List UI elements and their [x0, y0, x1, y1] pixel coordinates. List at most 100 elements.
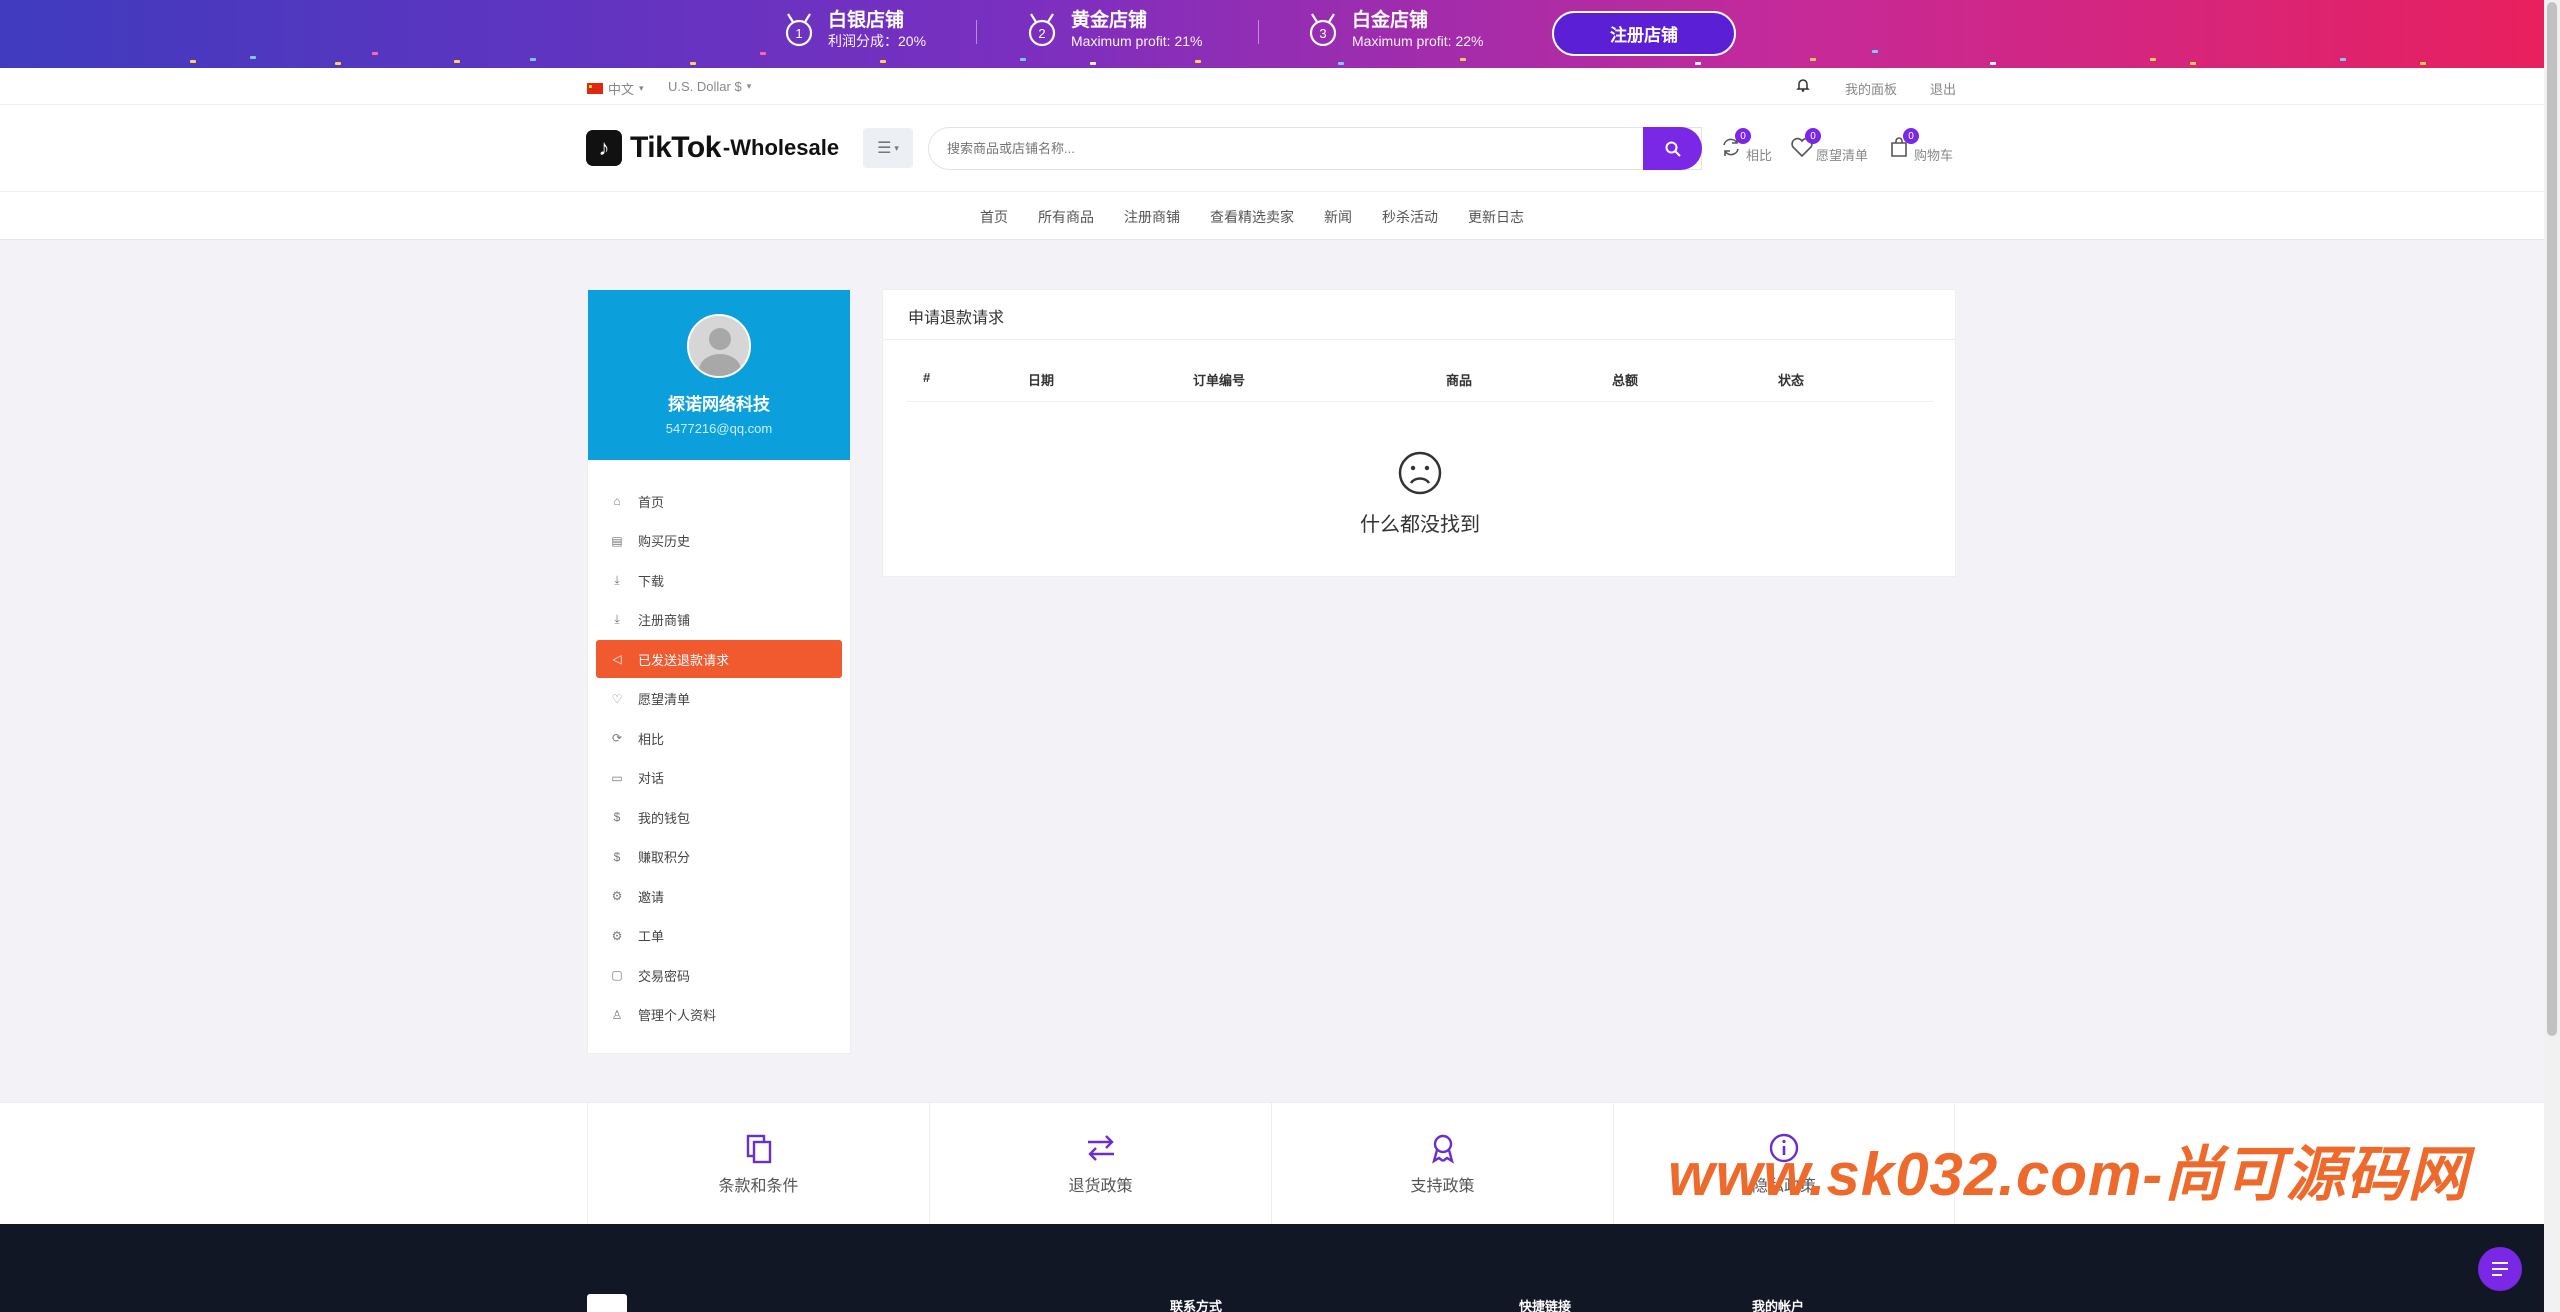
brand-name: TikTok — [630, 131, 721, 164]
footer-contact-heading: 联系方式 — [1170, 1299, 1223, 1312]
search-icon — [1665, 141, 1681, 157]
nav-changelog[interactable]: 更新日志 — [1468, 207, 1524, 227]
medal-icon: 3 — [1309, 13, 1337, 47]
footer-quick-links-heading: 快捷链接 — [1519, 1299, 1572, 1312]
sidebar-item-compare[interactable]: ⟳ 相比 — [596, 719, 842, 757]
sidebar-item-label: 相比 — [638, 731, 665, 747]
gear-icon: ⚙ — [611, 889, 623, 903]
svg-text:1: 1 — [795, 26, 802, 41]
sidebar-item-invite[interactable]: ⚙ 邀请 — [596, 877, 842, 915]
tier-silver: 1 白银店铺利润分成：20% — [782, 10, 926, 50]
nav-flash-sale[interactable]: 秒杀活动 — [1382, 207, 1438, 227]
sidebar-item-profile[interactable]: ♙ 管理个人资料 — [596, 996, 842, 1034]
profile-card: 探诺网络科技 5477216@qq.com — [588, 290, 850, 460]
sidebar-item-home[interactable]: ⌂ 首页 — [596, 482, 842, 520]
dollar-icon: $ — [613, 849, 621, 864]
chat-widget-button[interactable] — [2478, 1247, 2522, 1291]
avatar — [687, 314, 751, 378]
sidebar-item-register-shop[interactable]: ⤓ 注册商铺 — [596, 601, 842, 639]
home-icon: ⌂ — [613, 494, 621, 508]
user-name: 探诺网络科技 — [668, 395, 770, 414]
col-order-code: 订单编号 — [1193, 373, 1246, 388]
scrollbar-thumb[interactable] — [2547, 2, 2557, 1036]
currency-select[interactable]: U.S. Dollar $ ▾ — [668, 79, 751, 94]
sidebar-item-label: 首页 — [638, 494, 665, 510]
site-footer: 联系方式 快捷链接 我的帐户 — [0, 1224, 2544, 1312]
sidebar-item-wallet[interactable]: $ 我的钱包 — [596, 798, 842, 836]
panel-title: 申请退款请求 — [883, 290, 1955, 340]
language-label: 中文 — [608, 82, 635, 97]
gear-icon: ⚙ — [611, 928, 623, 943]
sidebar-item-downloads[interactable]: ⤓ 下载 — [596, 561, 842, 599]
sidebar-item-label: 对话 — [638, 771, 665, 786]
chevron-down-icon: ▾ — [639, 83, 644, 93]
tier-subtitle: Maximum profit: 21% — [1071, 33, 1203, 49]
sidebar-item-label: 购买历史 — [638, 534, 691, 549]
brand-sub: -Wholesale — [722, 135, 840, 160]
chat-icon: ▭ — [611, 770, 623, 785]
compare-label: 相比 — [1746, 148, 1773, 163]
download-icon: ⤓ — [614, 612, 620, 626]
language-select[interactable]: 中文 ▾ — [587, 79, 644, 98]
logout-link[interactable]: 退出 — [1930, 79, 1956, 98]
compare-count-badge: 0 — [1735, 128, 1751, 144]
tier-platinum: 3 白金店铺 Maximum profit: 22% — [1306, 10, 1483, 50]
sidebar-item-label: 工单 — [638, 929, 665, 944]
dollar-icon: $ — [613, 810, 621, 824]
sidebar-item-label: 愿望清单 — [638, 692, 691, 707]
top-bar: 中文 ▾ U.S. Dollar $ ▾ 我的面板 退出 — [0, 68, 2544, 105]
sidebar-item-wishlist[interactable]: ♡ 愿望清单 — [596, 680, 842, 718]
sidebar-item-conversations[interactable]: ▭ 对话 — [596, 759, 842, 797]
category-menu-button[interactable]: ☰ ▾ — [863, 128, 913, 168]
policy-label: 退货政策 — [1068, 1178, 1133, 1195]
sidebar-item-tickets[interactable]: ⚙ 工单 — [596, 917, 842, 955]
cart-label: 购物车 — [1914, 148, 1954, 163]
col-index: # — [923, 370, 931, 385]
tier-title: 白银店铺 — [828, 10, 905, 31]
sidebar-item-purchase-history[interactable]: ▤ 购买历史 — [596, 522, 842, 560]
medal-icon: 2 — [1028, 13, 1056, 47]
sidebar-item-label: 已发送退款请求 — [638, 652, 730, 668]
nav-home[interactable]: 首页 — [980, 207, 1008, 227]
wallet-icon: ▢ — [611, 968, 623, 982]
cart-link[interactable]: 0 购物车 — [1888, 128, 1953, 163]
copy-icon — [746, 1134, 771, 1164]
hamburger-icon: ☰ — [877, 140, 892, 157]
nav-register-shop[interactable]: 注册商铺 — [1124, 207, 1180, 227]
main-nav: 首页 所有商品 注册商铺 查看精选卖家 新闻 秒杀活动 更新日志 — [0, 192, 2544, 240]
site-logo[interactable]: ♪ TikTok -Wholesale — [586, 130, 839, 166]
svg-text:3: 3 — [1319, 26, 1326, 41]
tier-title: 黄金店铺 — [1071, 10, 1148, 31]
nav-news[interactable]: 新闻 — [1324, 207, 1352, 227]
tiktok-logo-icon: ♪ — [586, 130, 622, 166]
page-scrollbar[interactable] — [2544, 0, 2560, 1312]
footer-logo-icon — [587, 1294, 627, 1312]
search-button[interactable] — [1643, 127, 1702, 170]
compare-link[interactable]: 0 相比 — [1720, 128, 1772, 163]
sidebar-item-earn-points[interactable]: $ 赚取积分 — [596, 838, 842, 876]
tier-subtitle: 利润分成：20% — [828, 33, 927, 49]
policy-returns[interactable]: 退货政策 — [929, 1103, 1271, 1225]
heart-icon: ♡ — [611, 691, 623, 706]
sidebar-item-label: 管理个人资料 — [638, 1008, 717, 1023]
sidebar-item-label: 注册商铺 — [638, 613, 691, 628]
refund-requests-panel: 申请退款请求 # 日期 订单编号 商品 总额 状态 什么都没找到 — [882, 289, 1956, 577]
sidebar-item-trade-password[interactable]: ▢ 交易密码 — [596, 956, 842, 994]
policy-support[interactable]: 支持政策 — [1271, 1103, 1613, 1225]
download-icon: ⤓ — [614, 572, 620, 587]
policy-label: 支持政策 — [1410, 1178, 1475, 1195]
nav-featured-sellers[interactable]: 查看精选卖家 — [1210, 207, 1294, 227]
col-date: 日期 — [1028, 373, 1055, 388]
policy-terms[interactable]: 条款和条件 — [587, 1103, 929, 1225]
nav-all-products[interactable]: 所有商品 — [1038, 207, 1094, 227]
chat-lines-icon — [2492, 1262, 2508, 1276]
wishlist-label: 愿望清单 — [1816, 148, 1869, 163]
user-icon: ♙ — [611, 1007, 623, 1022]
policy-label: 条款和条件 — [718, 1178, 799, 1195]
bell-icon[interactable] — [1796, 77, 1810, 92]
dashboard-link[interactable]: 我的面板 — [1845, 79, 1897, 98]
register-shop-button[interactable]: 注册店铺 — [1552, 11, 1736, 56]
search-input[interactable] — [929, 128, 1701, 169]
sidebar-item-refund-requests[interactable]: ◁ 已发送退款请求 — [596, 640, 842, 678]
wishlist-link[interactable]: 0 愿望清单 — [1790, 128, 1868, 163]
